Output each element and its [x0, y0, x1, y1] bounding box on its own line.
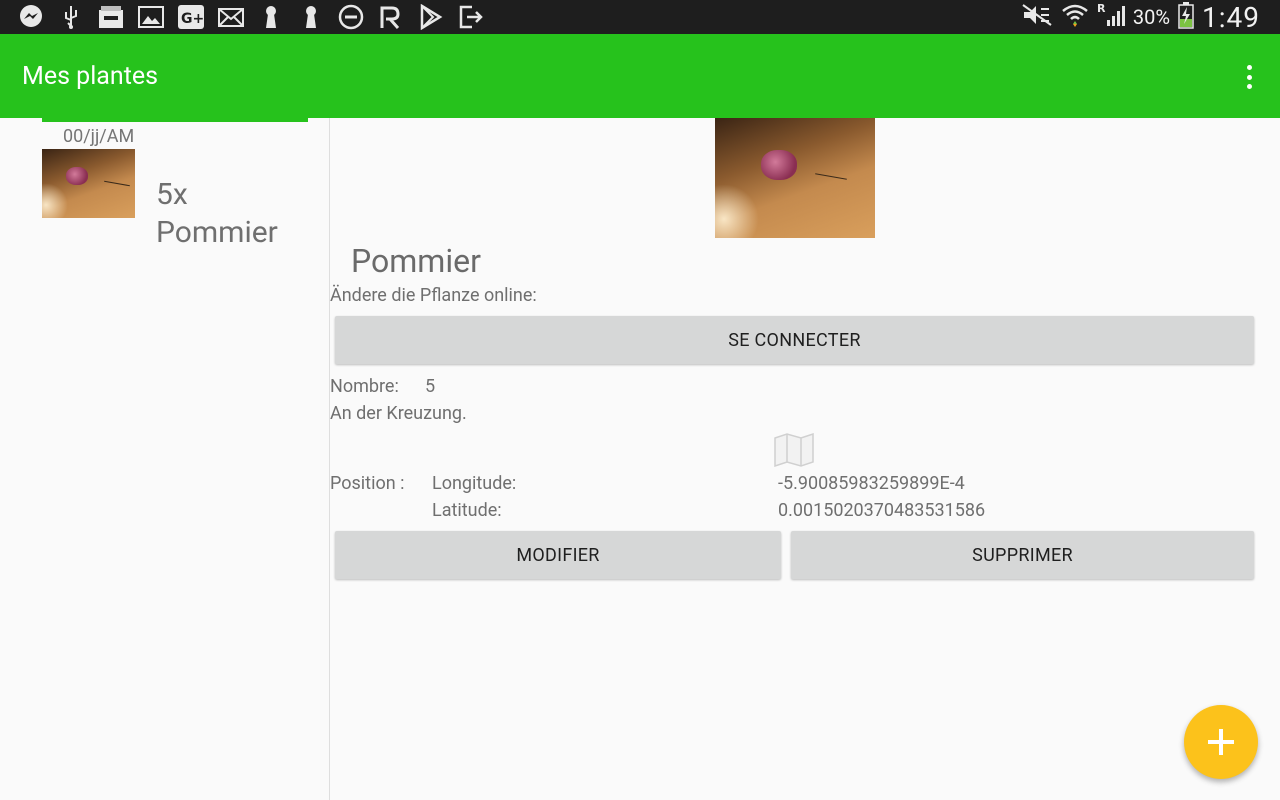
- selection-indicator: [42, 118, 308, 122]
- gallery-icon: [138, 4, 164, 30]
- plant-name: Pommier: [351, 242, 481, 280]
- latitude-label: Latitude:: [432, 500, 502, 521]
- notification-icons: G+: [18, 4, 484, 30]
- add-plant-button[interactable]: [1184, 705, 1258, 779]
- system-status: R 30% 1:49: [1021, 0, 1260, 34]
- keyhole-icon: [298, 4, 324, 30]
- mute-icon: [1021, 3, 1053, 31]
- list-item-count: 5x: [156, 177, 188, 212]
- ra-icon: [378, 4, 404, 30]
- app-bar: Mes plantes: [0, 34, 1280, 118]
- svg-text:G+: G+: [181, 11, 204, 27]
- exit-icon: [458, 4, 484, 30]
- mail-icon: [218, 4, 244, 30]
- map-icon[interactable]: [774, 432, 814, 468]
- connect-button[interactable]: SE CONNECTER: [335, 316, 1254, 364]
- plant-list: 00/jj/AM 5x Pommier: [0, 118, 330, 800]
- store-icon: [98, 4, 124, 30]
- keyhole-icon: [258, 4, 284, 30]
- messenger-icon: [18, 4, 44, 30]
- list-item[interactable]: 5x Pommier: [156, 176, 278, 252]
- list-item-date: 00/jj/AM: [63, 126, 135, 147]
- plant-photo[interactable]: [715, 118, 875, 238]
- google-plus-icon: G+: [178, 4, 204, 30]
- battery-icon: [1178, 1, 1194, 33]
- play-store-icon: [418, 4, 444, 30]
- svg-text:R: R: [1097, 2, 1106, 15]
- list-item-name: Pommier: [156, 215, 278, 250]
- longitude-value: -5.90085983259899E-4: [778, 473, 965, 494]
- battery-percent: 30%: [1132, 5, 1170, 29]
- status-bar: G+ R 30% 1:49: [0, 0, 1280, 34]
- usb-icon: [58, 4, 84, 30]
- plant-thumbnail[interactable]: [42, 149, 135, 218]
- clock: 1:49: [1202, 0, 1260, 34]
- app-title: Mes plantes: [22, 62, 159, 91]
- do-not-disturb-icon: [338, 4, 364, 30]
- longitude-label: Longitude:: [432, 473, 517, 494]
- overflow-menu-icon[interactable]: [1244, 65, 1254, 89]
- plus-icon: [1208, 729, 1234, 755]
- online-label: Ändere die Pflanze online:: [330, 285, 537, 306]
- wifi-icon: [1061, 2, 1089, 32]
- number-label: Nombre:: [330, 376, 399, 397]
- delete-button[interactable]: SUPPRIMER: [791, 531, 1254, 579]
- modify-button[interactable]: MODIFIER: [335, 531, 781, 579]
- number-value: 5: [425, 376, 436, 397]
- plant-note: An der Kreuzung.: [330, 403, 467, 424]
- latitude-value: 0.0015020370483531586: [778, 500, 986, 521]
- signal-icon: R: [1097, 2, 1125, 32]
- position-label: Position :: [330, 473, 405, 494]
